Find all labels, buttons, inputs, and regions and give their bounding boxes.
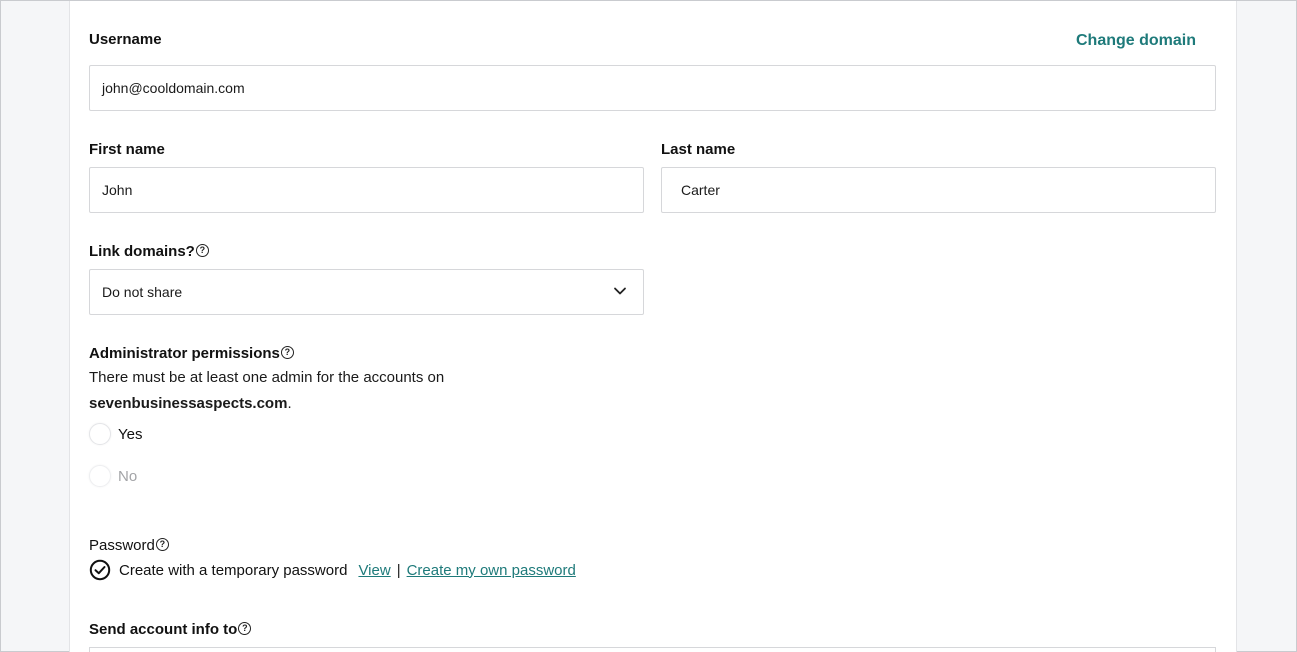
username-input[interactable]: john@cooldomain.com [89,65,1216,111]
link-domains-selected-value: Do not share [102,284,183,300]
admin-option-yes-label: Yes [118,425,143,443]
send-info-label: Send account info to? [89,621,252,638]
change-domain-link[interactable]: Change domain [1076,32,1196,50]
admin-description-suffix: . [287,395,292,412]
send-info-input[interactable] [89,647,1216,652]
admin-option-no[interactable]: No [89,465,137,487]
admin-option-yes[interactable]: Yes [89,423,142,445]
password-status-text: Create with a temporary password [119,561,348,579]
chevron-down-icon [614,287,626,295]
admin-permissions-label-text: Administrator permissions [89,345,280,362]
last-name-label: Last name [661,141,736,158]
send-info-label-text: Send account info to [89,621,238,638]
first-name-input[interactable]: John [89,167,644,213]
admin-domain: sevenbusinessaspects.com [89,395,288,412]
radio-button[interactable] [89,423,111,445]
admin-permissions-label: Administrator permissions? [89,345,294,362]
admin-option-no-label: No [118,467,138,485]
password-label: Password? [89,537,169,554]
create-own-password-link[interactable]: Create my own password [407,562,576,579]
first-name-label: First name [89,141,165,158]
check-circle-icon [89,559,111,581]
last-name-input[interactable]: Carter [661,167,1216,213]
link-domains-select[interactable]: Do not share [89,269,644,315]
username-label: Username [89,31,162,48]
password-row: Create with a temporary password View | … [89,559,576,581]
admin-description-prefix: There must be at least one admin for the… [89,369,445,386]
view-password-link[interactable]: View [358,562,390,579]
link-separator: | [396,561,401,579]
help-circle-icon[interactable]: ? [238,622,252,635]
help-circle-icon[interactable]: ? [280,346,294,359]
radio-button[interactable] [89,465,111,487]
password-label-text: Password [89,537,155,554]
link-domains-label-text: Link domains? [89,243,195,260]
link-domains-label: Link domains?? [89,243,209,260]
admin-description: There must be at least one admin for the… [89,365,444,417]
help-circle-icon[interactable]: ? [195,244,209,257]
help-circle-icon[interactable]: ? [155,538,169,551]
